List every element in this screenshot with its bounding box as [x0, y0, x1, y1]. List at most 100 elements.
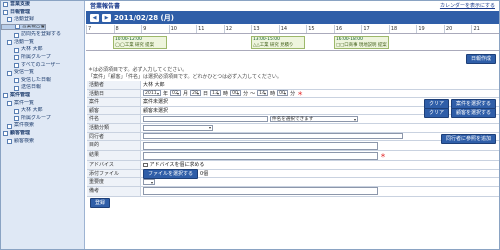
required-mark: ＊	[297, 90, 304, 98]
prev-day-button[interactable]: ◀	[90, 13, 99, 22]
schedule-event[interactable]: 10:00-12:00 ◯◯工業 研究 提案	[113, 36, 167, 49]
field-label: アドバイス	[87, 161, 141, 169]
row-remarks: 備考	[87, 186, 499, 197]
hour-label: 18	[388, 25, 417, 33]
unit-label: 日	[203, 90, 209, 97]
note-line: ＊は必須項目です。必ず入力してください。	[88, 67, 188, 73]
sidebar-item[interactable]: 案件検索	[1, 122, 84, 130]
sidebar-item[interactable]: 活動一覧	[1, 39, 84, 47]
folder-icon	[7, 100, 12, 106]
sidebar-item[interactable]: 受信一覧	[1, 69, 84, 77]
calendar-toggle-link[interactable]: カレンダーを表示にする	[440, 2, 495, 9]
hour-label: 11	[196, 25, 224, 33]
advice-checkbox-label: アドバイスを個に求める	[149, 162, 205, 169]
sidebar-item[interactable]: 営業報告書	[1, 23, 46, 30]
hour-label: 10	[168, 25, 197, 33]
sidebar-item-label: 活動一覧	[14, 38, 35, 45]
field-label: 件名	[87, 115, 141, 123]
required-mark: ＊	[380, 153, 387, 161]
field-label: 活動日	[87, 89, 141, 98]
form-notes: ＊は必須項目です。必ず入力してください。 「案件」「顧客」「件名」は選択必須項目…	[88, 67, 488, 81]
top-bar: 営業報告書 カレンダーを表示にする	[86, 1, 499, 10]
hour-label: 12	[223, 25, 252, 33]
folder-icon	[7, 17, 12, 23]
submit-button[interactable]: 登録	[90, 197, 111, 208]
field-label: 添付ファイル	[87, 169, 141, 178]
unit-label: 時	[223, 90, 229, 97]
purpose-textarea[interactable]	[143, 141, 378, 150]
select-file-button[interactable]: ファイルを選択する	[143, 168, 199, 179]
field-label: 同行者	[87, 132, 141, 141]
hour-label: 13	[251, 25, 279, 33]
note-line: 「案件」「顧客」「件名」は選択必須項目です。どれかひとつは必ず入力してください。	[88, 74, 282, 80]
row-activity-person: 活動者 大林 大郎	[87, 81, 499, 90]
next-day-button[interactable]: ▶	[102, 13, 111, 22]
sidebar-item[interactable]: 送信日報	[1, 84, 84, 92]
schedule-event[interactable]: 16:00-18:00 □□口商事 現地説明 提案	[334, 36, 389, 49]
hour-label: 9	[141, 25, 169, 33]
range-separator: 〜	[250, 90, 256, 97]
row-project: 案件 案件未選択 クリア 案件を選択する	[87, 98, 499, 110]
sidebar-item[interactable]: 案件一覧	[1, 100, 84, 108]
sidebar-item[interactable]: 顧客検索	[1, 138, 84, 146]
field-label: 備考	[87, 186, 141, 196]
day-select[interactable]: 28	[190, 90, 202, 97]
main-content: 営業報告書 カレンダーを表示にする ◀ ▶ 2011/02/28 (月) 789…	[86, 1, 499, 249]
importance-select[interactable]	[143, 179, 155, 186]
row-activity-type: 活動分類	[87, 123, 499, 133]
sidebar-item-label: 案件検索	[14, 122, 35, 129]
row-purpose: 目的	[87, 141, 499, 152]
schedule-timeline: 10:00-12:00 ◯◯工業 研究 提案 13:00-15:00 △△工業 …	[86, 34, 499, 51]
start-minute-select[interactable]: 00	[230, 90, 242, 97]
field-label: 結果	[87, 151, 141, 161]
subject-select[interactable]: 件名を選択できます	[270, 116, 358, 123]
sidebar-item[interactable]: 日報管理	[1, 9, 84, 17]
sidebar-item-label: 所属グループ	[21, 114, 51, 121]
hour-label: 19	[416, 25, 444, 33]
sidebar-item[interactable]: 受信した日報	[1, 77, 84, 85]
page-icon	[14, 78, 19, 84]
hour-scale: 7 8 9 10 11 12 13 14 15 16 17 18 19 20 21	[86, 25, 499, 34]
hour-label: 15	[306, 25, 334, 33]
unit-label: 年	[163, 90, 169, 97]
row-customer: 顧客 顧客未選択 クリア 顧客を選択する	[87, 106, 499, 118]
year-select[interactable]: 2011	[143, 90, 161, 97]
schedule-event[interactable]: 13:00-15:00 △△工業 研究 見積り	[251, 36, 305, 49]
unit-label: 分	[243, 90, 249, 97]
remarks-textarea[interactable]	[143, 187, 378, 196]
field-label: 案件	[87, 98, 141, 106]
sidebar-item[interactable]: 訪問先を登録する	[1, 31, 84, 39]
project-value: 案件未選択	[143, 99, 169, 106]
current-date: 2011/02/28 (月)	[114, 13, 174, 22]
event-text: ◯◯工業 研究 提案	[115, 43, 154, 48]
sidebar-item[interactable]: 活動登録	[1, 16, 84, 24]
row-importance: 重要度	[87, 178, 499, 187]
event-text: □□口商事 現地説明 提案	[336, 43, 387, 48]
sidebar-item[interactable]: 案件管理	[1, 92, 84, 100]
activity-type-select[interactable]	[143, 124, 213, 131]
subject-input[interactable]	[143, 116, 268, 123]
unit-label: 分	[290, 90, 296, 97]
sidebar-item[interactable]: 所属グループ	[1, 54, 84, 62]
page-icon	[14, 108, 19, 114]
month-select[interactable]: 02	[170, 90, 182, 97]
attachment-count: 0個	[200, 171, 209, 178]
companion-input[interactable]	[143, 133, 403, 140]
sidebar-item[interactable]: すべてのユーザー	[1, 62, 84, 70]
advice-checkbox[interactable]	[143, 162, 148, 168]
folder-icon	[7, 70, 12, 76]
date-bar: ◀ ▶ 2011/02/28 (月)	[86, 11, 499, 24]
folder-icon	[3, 93, 8, 99]
end-hour-select[interactable]: 14	[257, 90, 269, 97]
end-minute-select[interactable]: 00	[277, 90, 289, 97]
sidebar-item[interactable]: 大林 大郎	[1, 46, 84, 54]
folder-icon	[3, 131, 8, 137]
sidebar-item[interactable]: 所属グループ	[1, 115, 84, 123]
start-hour-select[interactable]: 13	[210, 90, 222, 97]
sidebar-item[interactable]: 大林 大郎	[1, 107, 84, 115]
sidebar-item[interactable]: 営業支援	[1, 1, 84, 9]
page-title: 営業報告書	[90, 3, 121, 10]
sidebar-item[interactable]: 顧客管理	[1, 130, 84, 138]
result-textarea[interactable]	[143, 151, 378, 160]
create-daily-report-button[interactable]: 日報作成	[465, 54, 496, 64]
